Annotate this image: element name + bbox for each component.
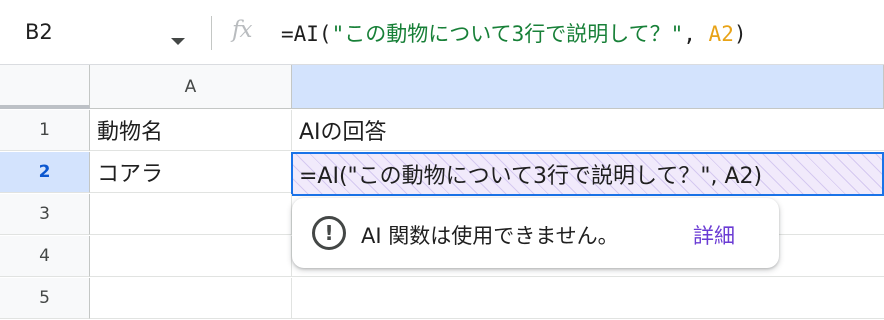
cell-b5[interactable]: [292, 278, 884, 319]
formula-prefix: =AI(: [281, 22, 332, 46]
row-header-1[interactable]: 1: [0, 110, 90, 151]
cell-a5[interactable]: [90, 278, 292, 319]
formula-input[interactable]: =AI("この動物について3行で説明して？", A2): [281, 18, 747, 48]
formula-suffix: ): [733, 22, 747, 46]
fx-icon: fx: [232, 17, 253, 43]
ai-error-tooltip: ! AI 関数は使用できません。 詳細: [292, 198, 779, 268]
row-header-5[interactable]: 5: [0, 278, 90, 319]
cell-a2[interactable]: コアラ: [90, 152, 292, 193]
row-header-2[interactable]: 2: [0, 152, 90, 193]
cell-b2-active[interactable]: =AI("この動物について3行で説明して？", A2): [291, 152, 884, 196]
column-header-a[interactable]: A: [90, 65, 292, 109]
formula-bar: B2 fx =AI("この動物について3行で説明して？", A2): [0, 0, 884, 65]
alert-circle-icon: !: [312, 216, 346, 250]
chevron-down-icon[interactable]: [171, 38, 185, 45]
cell-a4[interactable]: [90, 236, 292, 277]
cell-a1[interactable]: 動物名: [90, 110, 292, 151]
formula-ref-arg: A2: [708, 22, 734, 46]
name-box-value: B2: [25, 20, 53, 44]
formula-string-arg: "この動物について3行で説明して？": [331, 22, 684, 46]
row-header-4[interactable]: 4: [0, 236, 90, 277]
details-link[interactable]: 詳細: [693, 220, 735, 250]
cell-a3[interactable]: [90, 194, 292, 235]
formula-bar-divider: [211, 16, 212, 50]
select-all-corner[interactable]: [0, 65, 90, 109]
cell-b1[interactable]: AIの回答: [292, 110, 884, 151]
formula-separator: ,: [683, 22, 709, 46]
name-box[interactable]: B2: [0, 8, 200, 58]
column-header-b[interactable]: [292, 65, 884, 109]
row-header-3[interactable]: 3: [0, 194, 90, 235]
tooltip-message: AI 関数は使用できません。: [361, 224, 619, 248]
